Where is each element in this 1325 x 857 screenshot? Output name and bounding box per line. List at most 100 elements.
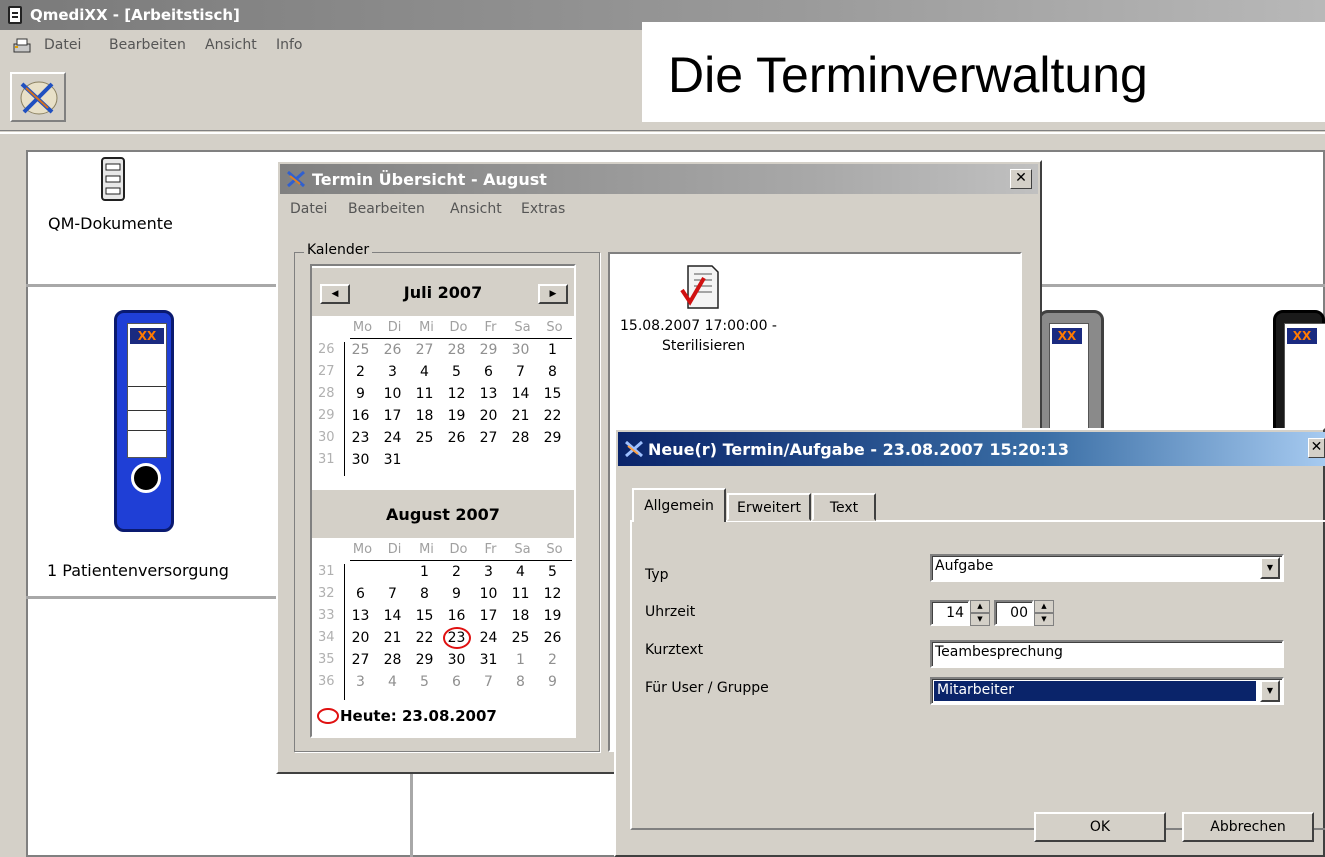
calendar-day[interactable]: 25: [412, 430, 437, 446]
calendar-day[interactable]: 13: [348, 608, 373, 624]
tab-allgemein[interactable]: Allgemein: [632, 488, 726, 522]
calendar-day[interactable]: 9: [540, 674, 565, 690]
calendar-day[interactable]: 8: [412, 586, 437, 602]
calendar-day[interactable]: 4: [508, 564, 533, 580]
binder-icon[interactable]: XX: [1038, 310, 1104, 443]
calendar-day[interactable]: 18: [412, 408, 437, 424]
calendar-day[interactable]: 20: [476, 408, 501, 424]
calendar-day[interactable]: 27: [348, 652, 373, 668]
calendar-day[interactable]: 4: [380, 674, 405, 690]
calendar-day[interactable]: 24: [380, 430, 405, 446]
calendar-day[interactable]: 2: [540, 652, 565, 668]
calendar-day[interactable]: 7: [508, 364, 533, 380]
calendar-day[interactable]: 19: [540, 608, 565, 624]
calendar-day[interactable]: 9: [348, 386, 373, 402]
calendar-day[interactable]: 30: [348, 452, 373, 468]
cancel-button[interactable]: Abbrechen: [1182, 812, 1314, 842]
calendar-day[interactable]: 3: [476, 564, 501, 580]
calendar-day[interactable]: 21: [508, 408, 533, 424]
calendar-day[interactable]: 31: [380, 452, 405, 468]
calendar-day[interactable]: 29: [540, 430, 565, 446]
chevron-down-icon[interactable]: ▼: [1260, 557, 1280, 579]
calendar-day[interactable]: 22: [412, 630, 437, 646]
calendar-day[interactable]: 12: [444, 386, 469, 402]
calendar-day[interactable]: 9: [444, 586, 469, 602]
minute-stepper[interactable]: ▲ ▼: [1034, 600, 1054, 626]
typ-select[interactable]: Aufgabe: [930, 554, 1284, 582]
termin-menu-bearbeiten[interactable]: Bearbeiten: [348, 201, 425, 217]
calendar-day[interactable]: 28: [508, 430, 533, 446]
ok-button[interactable]: OK: [1034, 812, 1166, 842]
termin-menu-ansicht[interactable]: Ansicht: [450, 201, 502, 217]
calendar-day[interactable]: 8: [540, 364, 565, 380]
spin-up-icon[interactable]: ▲: [1034, 600, 1054, 613]
calendar-day[interactable]: 27: [412, 342, 437, 358]
calendar-day[interactable]: 14: [508, 386, 533, 402]
calendar-day[interactable]: 20: [348, 630, 373, 646]
calendar-day[interactable]: 8: [508, 674, 533, 690]
calendar-day[interactable]: 31: [476, 652, 501, 668]
calendar-day[interactable]: 16: [444, 608, 469, 624]
calendar-day[interactable]: 7: [380, 586, 405, 602]
calendar-day[interactable]: 23: [348, 430, 373, 446]
calendar-day[interactable]: 26: [444, 430, 469, 446]
appointment-title[interactable]: Sterilisieren: [662, 338, 745, 354]
termin-menu-extras[interactable]: Extras: [521, 201, 565, 217]
spin-up-icon[interactable]: ▲: [970, 600, 990, 613]
calendar-day[interactable]: 5: [444, 364, 469, 380]
spin-down-icon[interactable]: ▼: [1034, 613, 1054, 626]
calendar-day[interactable]: 5: [412, 674, 437, 690]
calendar-day[interactable]: 10: [476, 586, 501, 602]
file-cabinet-icon[interactable]: [98, 156, 130, 204]
today-label[interactable]: Heute: 23.08.2007: [340, 707, 497, 725]
calendar-day[interactable]: 19: [444, 408, 469, 424]
calendar-day[interactable]: 30: [508, 342, 533, 358]
calendar-day[interactable]: 15: [540, 386, 565, 402]
binder-icon[interactable]: XX: [1273, 310, 1325, 443]
calendar-day[interactable]: 25: [348, 342, 373, 358]
tab-erweitert[interactable]: Erweitert: [727, 493, 811, 521]
calendar-day[interactable]: 6: [348, 586, 373, 602]
termin-menu-datei[interactable]: Datei: [290, 201, 327, 217]
close-icon[interactable]: ✕: [1010, 169, 1032, 189]
hour-input[interactable]: 14: [930, 600, 970, 626]
calendar-day[interactable]: 1: [412, 564, 437, 580]
calendar-day[interactable]: 5: [540, 564, 565, 580]
calendar-day[interactable]: 26: [540, 630, 565, 646]
calendar-day[interactable]: 29: [412, 652, 437, 668]
calendar-day[interactable]: 24: [476, 630, 501, 646]
calendar-day[interactable]: 21: [380, 630, 405, 646]
calendar-day[interactable]: 17: [380, 408, 405, 424]
qm-documents-label[interactable]: QM-Dokumente: [48, 214, 173, 233]
calendar-day[interactable]: 2: [348, 364, 373, 380]
right-arrow-icon[interactable]: ▶: [538, 284, 568, 304]
user-group-select[interactable]: Mitarbeiter: [930, 677, 1284, 705]
menu-datei[interactable]: Datei: [44, 37, 81, 53]
calendar-day[interactable]: 2: [444, 564, 469, 580]
minute-input[interactable]: 00: [994, 600, 1034, 626]
calendar-day[interactable]: 13: [476, 386, 501, 402]
task-document-icon[interactable]: [678, 262, 722, 314]
calendar-day[interactable]: 3: [348, 674, 373, 690]
calendar-day[interactable]: 6: [444, 674, 469, 690]
calendar-day[interactable]: 4: [412, 364, 437, 380]
calendar-day[interactable]: 10: [380, 386, 405, 402]
calendar-day[interactable]: 28: [380, 652, 405, 668]
calendar-day[interactable]: 1: [540, 342, 565, 358]
calendar-day[interactable]: 14: [380, 608, 405, 624]
calendar-day[interactable]: 30: [444, 652, 469, 668]
calendar-day[interactable]: 18: [508, 608, 533, 624]
close-icon[interactable]: ✕: [1308, 438, 1325, 458]
calendar-day[interactable]: 27: [476, 430, 501, 446]
kurztext-input[interactable]: Teambesprechung: [930, 640, 1284, 668]
calendar-day[interactable]: 12: [540, 586, 565, 602]
toolbar-logo-button[interactable]: [10, 72, 66, 122]
calendar-day[interactable]: 6: [476, 364, 501, 380]
hour-stepper[interactable]: ▲ ▼: [970, 600, 990, 626]
calendar-day[interactable]: 26: [380, 342, 405, 358]
calendar-day[interactable]: 3: [380, 364, 405, 380]
calendar-day[interactable]: 11: [508, 586, 533, 602]
patient-care-label[interactable]: 1 Patientenversorgung: [47, 561, 229, 580]
calendar-day[interactable]: 15: [412, 608, 437, 624]
calendar-day[interactable]: 11: [412, 386, 437, 402]
